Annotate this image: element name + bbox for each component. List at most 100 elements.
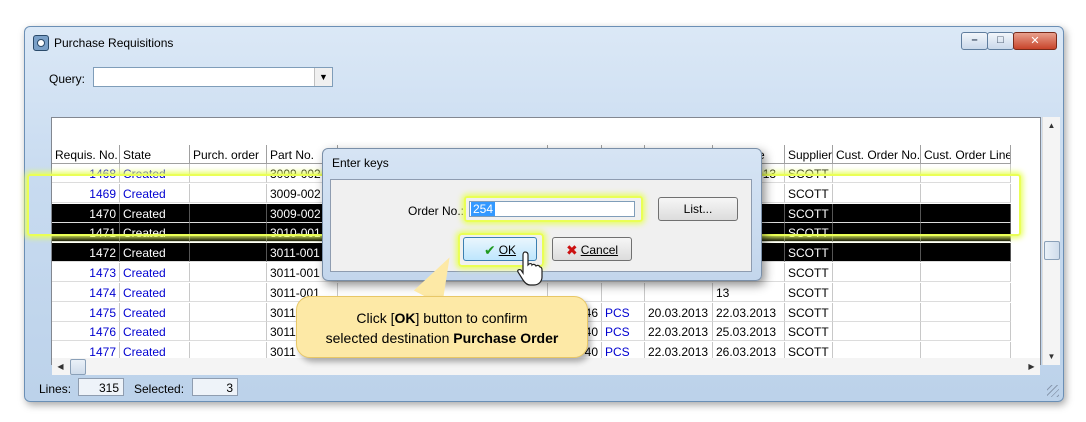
minimize-button[interactable]: – <box>961 32 988 50</box>
scroll-down-icon[interactable]: ▼ <box>1043 348 1060 365</box>
grid-cell <box>921 223 1011 243</box>
resize-grip-icon[interactable] <box>1047 385 1059 397</box>
order-no-label: Order No.: <box>408 204 465 218</box>
window-title: Purchase Requisitions <box>54 36 174 50</box>
column-header[interactable]: Cust. Order No. <box>833 145 921 164</box>
grid-cell: Created <box>120 203 190 223</box>
cancel-button[interactable]: ✖ Cancel <box>552 237 632 261</box>
grid-cell: 1468 <box>52 164 120 183</box>
status-bar: Lines: 315 Selected: 3 <box>25 373 1063 401</box>
grid-cell: 1472 <box>52 243 120 263</box>
callout-text: Click [OK] button to confirm selected de… <box>297 308 587 348</box>
maximize-button[interactable]: □ <box>987 32 1014 50</box>
grid-cell: 1476 <box>52 322 120 342</box>
grid-cell: Created <box>120 183 190 203</box>
grid-cell <box>190 302 267 322</box>
grid-cell <box>833 203 921 223</box>
callout-line2-pre: selected destination <box>325 330 454 346</box>
column-header[interactable]: Purch. order <box>190 145 267 164</box>
grid-cell: SCOTT <box>785 282 833 302</box>
grid-cell: 1471 <box>52 223 120 243</box>
grid-cell <box>190 203 267 223</box>
grid-cell <box>921 322 1011 342</box>
callout-line1-post: ] button to confirm <box>415 310 528 326</box>
grid-cell <box>833 164 921 183</box>
grid-cell: 22.03.2013 <box>645 322 713 342</box>
grid-cell: 13 <box>713 282 785 302</box>
grid-cell <box>833 223 921 243</box>
grid-cell <box>921 164 1011 183</box>
instruction-callout: Click [OK] button to confirm selected de… <box>296 296 588 358</box>
dropdown-arrow-icon[interactable]: ▼ <box>314 68 332 86</box>
lines-count: 315 <box>78 378 124 396</box>
grid-cell: 22.03.2013 <box>713 302 785 322</box>
grid-cell <box>602 282 645 302</box>
grid-cell: 1473 <box>52 263 120 282</box>
grid-cell: SCOTT <box>785 203 833 223</box>
grid-cell <box>921 263 1011 282</box>
grid-cell <box>190 243 267 263</box>
grid-cell <box>190 164 267 183</box>
callout-line1-bold: OK <box>394 310 416 326</box>
grid-cell <box>645 282 713 302</box>
grid-cell: SCOTT <box>785 243 833 263</box>
grid-cell: Created <box>120 302 190 322</box>
column-header[interactable]: Cust. Order Line <box>921 145 1011 164</box>
grid-cell <box>833 183 921 203</box>
checkmark-icon: ✔ <box>483 242 496 258</box>
callout-line1-pre: Click [ <box>356 310 395 326</box>
order-no-input[interactable]: 254 <box>469 201 635 217</box>
grid-cell <box>190 322 267 342</box>
order-no-value: 254 <box>471 202 496 216</box>
grid-cell <box>190 183 267 203</box>
app-icon <box>33 35 49 51</box>
grid-cell <box>833 282 921 302</box>
selected-count: 3 <box>192 378 238 396</box>
query-label: Query: <box>49 72 86 86</box>
grid-cell: 20.03.2013 <box>645 302 713 322</box>
grid-cell <box>833 263 921 282</box>
caption-buttons: – □ ✕ <box>961 32 1057 50</box>
vertical-scrollbar[interactable]: ▲ ▼ <box>1042 117 1060 365</box>
list-button[interactable]: List... <box>658 197 738 221</box>
grid-cell: SCOTT <box>785 302 833 322</box>
grid-cell: Created <box>120 223 190 243</box>
grid-cell <box>190 223 267 243</box>
grid-cell: PCS <box>602 322 645 342</box>
column-header[interactable]: State <box>120 145 190 164</box>
column-header[interactable]: Supplier <box>785 145 833 164</box>
cancel-label: Cancel <box>580 243 619 257</box>
close-button[interactable]: ✕ <box>1013 32 1057 50</box>
column-header[interactable]: Requis. No. <box>52 145 120 164</box>
title-bar[interactable]: Purchase Requisitions – □ ✕ <box>25 27 1063 57</box>
grid-cell <box>921 302 1011 322</box>
grid-cell: 1470 <box>52 203 120 223</box>
scroll-up-icon[interactable]: ▲ <box>1043 117 1060 134</box>
vertical-scroll-thumb[interactable] <box>1044 241 1060 260</box>
selected-label: Selected: <box>134 382 185 396</box>
grid-cell <box>833 302 921 322</box>
grid-cell: Created <box>120 243 190 263</box>
pointer-hand-icon <box>517 251 543 286</box>
ok-label: OK <box>498 243 517 257</box>
grid-cell: 1475 <box>52 302 120 322</box>
maximize-icon: □ <box>997 34 1004 46</box>
grid-cell <box>921 183 1011 203</box>
dialog-title: Enter keys <box>332 156 389 170</box>
grid-cell: Created <box>120 322 190 342</box>
grid-cell: Created <box>120 263 190 282</box>
query-select[interactable]: ▼ <box>93 67 333 87</box>
minimize-icon: – <box>971 34 978 46</box>
lines-label: Lines: <box>39 382 72 396</box>
grid-cell: SCOTT <box>785 164 833 183</box>
grid-cell <box>190 263 267 282</box>
callout-line2-bold: Purchase Order <box>453 330 559 346</box>
grid-cell: SCOTT <box>785 322 833 342</box>
cancel-x-icon: ✖ <box>565 242 578 258</box>
grid-cell: SCOTT <box>785 223 833 243</box>
grid-cell <box>833 243 921 263</box>
grid-cell: Created <box>120 164 190 183</box>
grid-cell <box>921 282 1011 302</box>
close-icon: ✕ <box>1030 35 1040 47</box>
grid-cell <box>921 203 1011 223</box>
